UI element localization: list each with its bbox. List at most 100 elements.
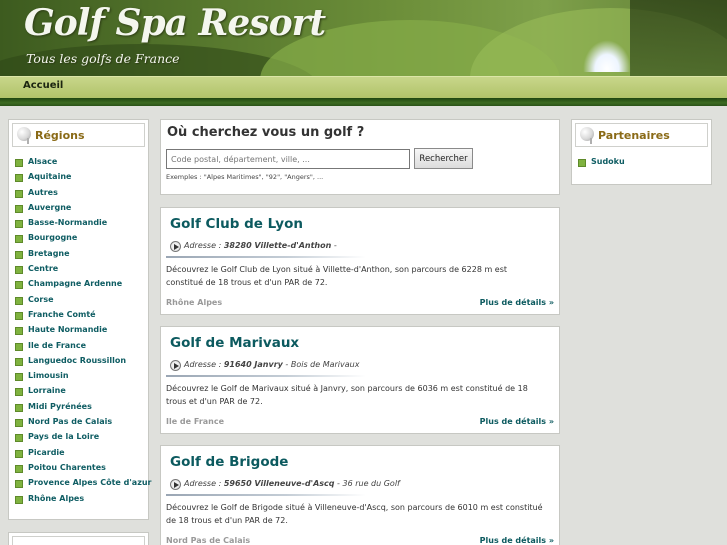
address-main: 91640 Janvry (223, 360, 283, 369)
divider (166, 375, 366, 377)
bullet-square-icon (15, 434, 23, 443)
golf-name-link[interactable]: Golf de Brigode (170, 454, 288, 470)
region-link[interactable]: Pays de la Loire (28, 432, 99, 441)
region-link[interactable]: Bourgogne (28, 233, 77, 242)
address-main: 38280 Villette-d'Anthon (223, 241, 332, 250)
region-link[interactable]: Alsace (28, 157, 57, 166)
search-button[interactable]: Rechercher (414, 148, 473, 169)
play-icon (170, 360, 181, 371)
golf-description: Découvrez le Golf de Marivaux situé à Ja… (166, 384, 528, 406)
region-link[interactable]: Corse (28, 295, 54, 304)
golf-address: Adresse : 59650 Villeneuve-d'Ascq - 36 r… (184, 479, 400, 488)
site-title[interactable]: Golf Spa Resort (24, 2, 326, 44)
address-row: Adresse : 91640 Janvry - Bois de Marivau… (170, 358, 370, 374)
search-examples: Exemples : "Alpes Maritimes", "92", "Ang… (166, 173, 324, 181)
bullet-square-icon (15, 342, 23, 351)
partners-header: Partenaires (575, 123, 708, 147)
sidebar-next-box (8, 532, 149, 545)
region-link[interactable]: Poitou Charentes (28, 463, 106, 472)
regions-title: Régions (35, 129, 85, 142)
bullet-square-icon (15, 403, 23, 412)
region-link[interactable]: Midi Pyrénées (28, 402, 92, 411)
partner-link[interactable]: Sudoku (591, 157, 625, 166)
bullet-square-icon (15, 311, 23, 320)
golf-address: Adresse : 38280 Villette-d'Anthon - (184, 241, 337, 250)
address-row: Adresse : 38280 Villette-d'Anthon - (170, 239, 370, 255)
partners-title: Partenaires (598, 129, 670, 142)
address-label: Adresse : (184, 479, 222, 488)
region-link[interactable]: Champagne Ardenne (28, 279, 122, 288)
bullet-square-icon (15, 220, 23, 229)
address-row: Adresse : 59650 Villeneuve-d'Ascq - 36 r… (170, 477, 400, 493)
address-label: Adresse : (184, 241, 222, 250)
region-link[interactable]: Franche Comté (28, 310, 96, 319)
bullet-square-icon (15, 189, 23, 198)
main-nav: Accueil (0, 76, 727, 98)
partners-box: Partenaires Sudoku (571, 119, 712, 185)
regions-box: Régions Alsace Aquitaine Autres Auvergne Bas… (8, 119, 152, 520)
search-input[interactable] (166, 149, 410, 169)
golf-card: Golf de Brigode Adresse : 59650 Villeneu… (160, 445, 560, 545)
site-header: Golf Spa Resort Tous les golfs de France (0, 0, 727, 76)
bullet-square-icon (15, 480, 23, 489)
golf-name-link[interactable]: Golf de Marivaux (170, 335, 299, 351)
region-link[interactable]: Centre (28, 264, 58, 273)
region-link[interactable]: Lorraine (28, 386, 66, 395)
region-link[interactable]: Picardie (28, 448, 65, 457)
bullet-square-icon (15, 327, 23, 336)
golf-region: Ile de France (166, 417, 225, 426)
bullet-square-icon (15, 281, 23, 290)
bullet-square-icon (15, 159, 23, 167)
region-link[interactable]: Haute Normandie (28, 325, 107, 334)
bullet-square-icon (15, 266, 23, 275)
golf-ball-icon (17, 127, 31, 144)
bullet-square-icon (15, 174, 23, 183)
bullet-square-icon (15, 419, 23, 428)
bullet-square-icon (15, 495, 23, 504)
region-link[interactable]: Aquitaine (28, 172, 71, 181)
bullet-square-icon (15, 449, 23, 458)
header-fountain-image (583, 40, 631, 72)
more-details-link[interactable]: Plus de détails » (480, 298, 554, 307)
golf-name-link[interactable]: Golf Club de Lyon (170, 216, 303, 232)
address-extra: - Bois de Marivaux (282, 360, 360, 369)
nav-divider (0, 98, 727, 106)
bullet-square-icon (15, 296, 23, 305)
region-link[interactable]: Nord Pas de Calais (28, 417, 112, 426)
region-link[interactable]: Rhône Alpes (28, 494, 84, 503)
address-main: 59650 Villeneuve-d'Ascq (223, 479, 335, 488)
bullet-square-icon (15, 464, 23, 473)
play-icon (170, 479, 181, 490)
more-details-link[interactable]: Plus de détails » (480, 536, 554, 545)
region-link[interactable]: Basse-Normandie (28, 218, 107, 227)
bullet-square-icon (15, 357, 23, 366)
more-details-link[interactable]: Plus de détails » (480, 417, 554, 426)
region-link[interactable]: Ile de France (28, 341, 86, 350)
bullet-square-icon (15, 250, 23, 259)
address-extra: - (331, 241, 337, 250)
golf-region: Nord Pas de Calais (166, 536, 251, 545)
region-link[interactable]: Auvergne (28, 203, 71, 212)
bullet-square-icon (15, 388, 23, 397)
golf-card: Golf Club de Lyon Adresse : 38280 Villet… (160, 207, 560, 315)
play-icon (170, 241, 181, 252)
divider (166, 494, 366, 496)
address-label: Adresse : (184, 360, 222, 369)
region-link[interactable]: Autres (28, 188, 58, 197)
region-link[interactable]: Provence Alpes Côte d'azur (28, 478, 152, 487)
site-tagline: Tous les golfs de France (26, 51, 180, 66)
region-link[interactable]: Bretagne (28, 249, 70, 258)
golf-region: Rhône Alpes (166, 298, 223, 307)
bullet-square-icon (578, 159, 586, 167)
search-box: Où cherchez vous un golf ? Rechercher Ex… (160, 119, 560, 195)
header-background-trees (630, 0, 727, 76)
region-link[interactable]: Limousin (28, 371, 69, 380)
golf-address: Adresse : 91640 Janvry - Bois de Marivau… (184, 360, 359, 369)
bullet-square-icon (15, 373, 23, 382)
nav-home-link[interactable]: Accueil (23, 80, 63, 91)
golf-description: Découvrez le Golf de Brigode situé à Vil… (166, 503, 543, 525)
golf-ball-icon (580, 127, 594, 144)
regions-header: Régions (12, 123, 145, 147)
region-link[interactable]: Languedoc Roussillon (28, 356, 126, 365)
bullet-square-icon (15, 235, 23, 244)
